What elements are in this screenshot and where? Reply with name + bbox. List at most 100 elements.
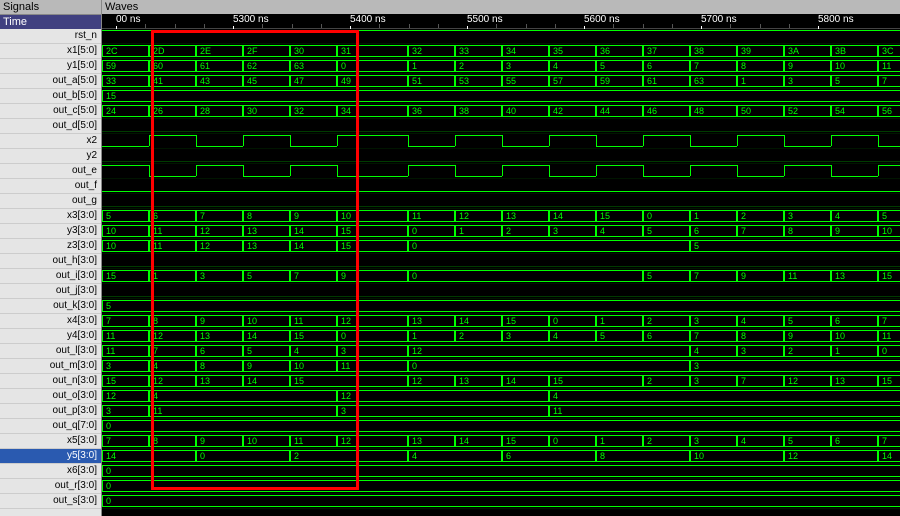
wave-row-out_n30[interactable]: 151213141512131415237121315 (102, 374, 900, 389)
wave-row-out_p30[interactable]: 311311 (102, 404, 900, 419)
wave-row-out_c50[interactable]: 2426283032343638404244464850525456 (102, 104, 900, 119)
signal-row-out_s30[interactable]: out_s[3:0] (0, 494, 101, 509)
signal-row-z330[interactable]: z3[3:0] (0, 239, 101, 254)
signal-row-x430[interactable]: x4[3:0] (0, 314, 101, 329)
signal-row-x330[interactable]: x3[3:0] (0, 209, 101, 224)
wave-row-out_b50[interactable]: 15 (102, 89, 900, 104)
wave-row-out_f[interactable] (102, 179, 900, 194)
bus-segment: 13 (243, 225, 290, 237)
signal-row-out_l30[interactable]: out_l[3:0] (0, 344, 101, 359)
signal-list[interactable]: rst_nx1[5:0]y1[5:0]out_a[5:0]out_b[5:0]o… (0, 29, 101, 516)
bus-segment: 9 (243, 360, 290, 372)
signal-row-out_m30[interactable]: out_m[3:0] (0, 359, 101, 374)
bus-segment: 2 (643, 375, 690, 387)
bus-segment: 10 (102, 240, 149, 252)
signal-row-out_p30[interactable]: out_p[3:0] (0, 404, 101, 419)
wave-row-out_d50[interactable] (102, 119, 900, 134)
signal-row-out_b50[interactable]: out_b[5:0] (0, 89, 101, 104)
bus-segment: 7 (878, 435, 900, 447)
wave-row-x530[interactable]: 78910111213141501234567 (102, 434, 900, 449)
bus-segment: 14 (455, 435, 502, 447)
bus-segment: 14 (290, 240, 337, 252)
bus-segment: 55 (502, 75, 549, 87)
wave-row-out_g[interactable] (102, 194, 900, 209)
signal-row-y530[interactable]: y5[3:0] (0, 449, 101, 464)
waves-header: Waves (102, 0, 900, 14)
signal-row-out_h30[interactable]: out_h[3:0] (0, 254, 101, 269)
signal-row-out_n30[interactable]: out_n[3:0] (0, 374, 101, 389)
wave-row-x330[interactable]: 56789101112131415012345 (102, 209, 900, 224)
wave-row-out_a50[interactable]: 334143454749515355575961631357 (102, 74, 900, 89)
bus-segment: 1 (149, 270, 196, 282)
bus-segment: 0 (102, 480, 900, 492)
signal-row-x630[interactable]: x6[3:0] (0, 464, 101, 479)
bus-segment: 3 (690, 360, 900, 372)
wave-row-y530[interactable]: 1402468101214 (102, 449, 900, 464)
signal-row-y430[interactable]: y4[3:0] (0, 329, 101, 344)
bus-segment: 7 (690, 270, 737, 282)
wave-row-y2[interactable] (102, 149, 900, 164)
wave-row-y430[interactable]: 111213141501234567891011 (102, 329, 900, 344)
wave-row-out_l30[interactable]: 11765431243210 (102, 344, 900, 359)
signal-row-out_c50[interactable]: out_c[5:0] (0, 104, 101, 119)
bus-segment: 38 (690, 45, 737, 57)
wave-row-out_h30[interactable] (102, 254, 900, 269)
wave-row-out_o30[interactable]: 124124 (102, 389, 900, 404)
wave-row-out_j30[interactable] (102, 284, 900, 299)
signal-row-out_e[interactable]: out_e (0, 164, 101, 179)
signal-row-out_g[interactable]: out_g (0, 194, 101, 209)
bus-segment: 11 (290, 435, 337, 447)
bus-segment: 7 (690, 330, 737, 342)
bus-segment: 13 (455, 375, 502, 387)
signal-row-out_q70[interactable]: out_q[7:0] (0, 419, 101, 434)
bus-segment: 7 (737, 225, 784, 237)
bus-segment: 0 (102, 495, 900, 507)
wave-row-out_i30[interactable]: 15135790579111315 (102, 269, 900, 284)
bus-segment: 34 (337, 105, 408, 117)
signal-row-y150[interactable]: y1[5:0] (0, 59, 101, 74)
waves-panel[interactable]: Waves 00 ns5300 ns5400 ns5500 ns5600 ns5… (102, 0, 900, 516)
signal-row-out_a50[interactable]: out_a[5:0] (0, 74, 101, 89)
wave-row-y330[interactable]: 101112131415012345678910 (102, 224, 900, 239)
bus-segment: 1 (831, 345, 878, 357)
signal-row-out_d50[interactable]: out_d[5:0] (0, 119, 101, 134)
wave-row-x150[interactable]: 2C2D2E2F303132333435363738393A3B3C (102, 44, 900, 59)
wave-row-out_s30[interactable]: 0 (102, 494, 900, 509)
bus-segment: 14 (243, 375, 290, 387)
bus-segment: 9 (196, 315, 243, 327)
signal-row-x2[interactable]: x2 (0, 134, 101, 149)
wave-row-out_k30[interactable]: 5 (102, 299, 900, 314)
signal-row-out_o30[interactable]: out_o[3:0] (0, 389, 101, 404)
bus-segment: 32 (290, 105, 337, 117)
bus-segment: 1 (408, 60, 455, 72)
signal-row-out_r30[interactable]: out_r[3:0] (0, 479, 101, 494)
wave-row-out_e[interactable] (102, 164, 900, 179)
wave-row-out_q70[interactable]: 0 (102, 419, 900, 434)
wave-row-x2[interactable] (102, 134, 900, 149)
signal-row-out_f[interactable]: out_f (0, 179, 101, 194)
signal-row-out_j30[interactable]: out_j[3:0] (0, 284, 101, 299)
wave-row-y150[interactable]: 596061626301234567891011 (102, 59, 900, 74)
signal-row-y330[interactable]: y3[3:0] (0, 224, 101, 239)
bus-segment: 12 (455, 210, 502, 222)
wave-row-rst_n[interactable] (102, 29, 900, 44)
bus-segment: 9 (737, 270, 784, 282)
signal-row-rst_n[interactable]: rst_n (0, 29, 101, 44)
bus-segment: 5 (831, 75, 878, 87)
time-ruler[interactable]: 00 ns5300 ns5400 ns5500 ns5600 ns5700 ns… (102, 14, 900, 29)
bus-segment: 62 (243, 60, 290, 72)
wave-row-z330[interactable]: 10111213141505 (102, 239, 900, 254)
signal-row-y2[interactable]: y2 (0, 149, 101, 164)
signal-row-x530[interactable]: x5[3:0] (0, 434, 101, 449)
wave-rows[interactable]: 2C2D2E2F303132333435363738393A3B3C596061… (102, 29, 900, 509)
signal-row-x150[interactable]: x1[5:0] (0, 44, 101, 59)
bus-segment: 5 (596, 330, 643, 342)
bus-segment: 5 (243, 345, 290, 357)
wave-row-x630[interactable]: 0 (102, 464, 900, 479)
wave-row-x430[interactable]: 78910111213141501234567 (102, 314, 900, 329)
wave-row-out_r30[interactable]: 0 (102, 479, 900, 494)
signal-row-out_i30[interactable]: out_i[3:0] (0, 269, 101, 284)
wave-row-out_m30[interactable]: 3489101103 (102, 359, 900, 374)
signal-row-out_k30[interactable]: out_k[3:0] (0, 299, 101, 314)
bus-segment: 12 (102, 390, 149, 402)
